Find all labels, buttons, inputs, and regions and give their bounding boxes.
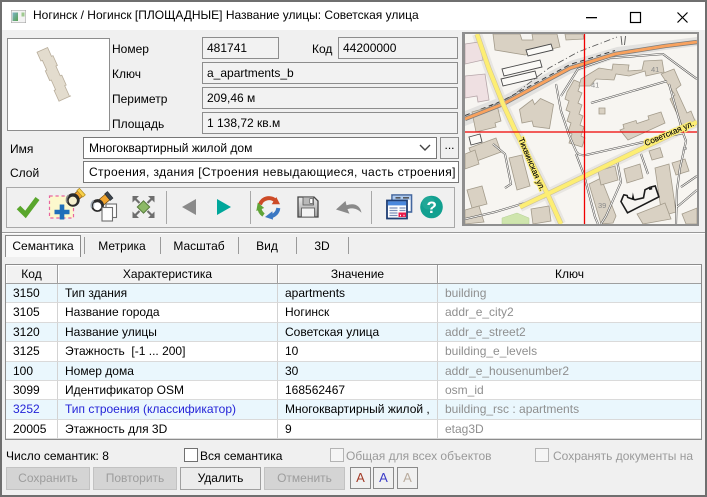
svg-text:41: 41 xyxy=(651,65,659,74)
svg-text:?: ? xyxy=(427,198,437,217)
svg-text:39: 39 xyxy=(598,201,606,210)
svg-text:Р: Р xyxy=(682,145,687,154)
svg-text:41: 41 xyxy=(591,81,599,90)
